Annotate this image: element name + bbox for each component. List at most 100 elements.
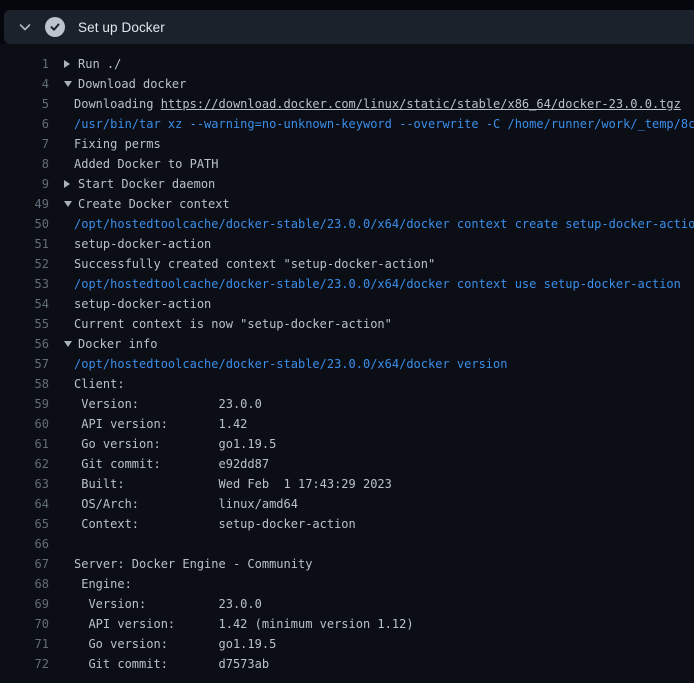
line-number[interactable]: 60 xyxy=(0,414,49,434)
log-line-content: OS/Arch: linux/amd64 xyxy=(64,494,694,514)
log-text: Version: 23.0.0 xyxy=(74,394,262,414)
log-text: Git commit: d7573ab xyxy=(74,654,269,674)
line-number[interactable]: 8 xyxy=(0,154,49,174)
triangle-shape xyxy=(64,341,72,347)
line-number[interactable]: 62 xyxy=(0,454,49,474)
line-number[interactable]: 57 xyxy=(0,354,49,374)
step-title: Set up Docker xyxy=(78,20,165,35)
log-line-content: /usr/bin/tar xz --warning=no-unknown-key… xyxy=(64,114,694,134)
chevron-down-icon[interactable] xyxy=(18,20,32,34)
check-circle-icon xyxy=(45,17,65,37)
log-text: Context: setup-docker-action xyxy=(74,514,356,534)
log-line-content: Added Docker to PATH xyxy=(64,154,694,174)
line-number[interactable]: 49 xyxy=(0,194,49,214)
group-title: Run ./ xyxy=(78,54,121,74)
triangle-down-icon[interactable] xyxy=(64,201,78,207)
line-number[interactable]: 9 xyxy=(0,174,49,194)
log-text: setup-docker-action xyxy=(74,234,211,254)
line-number[interactable]: 68 xyxy=(0,574,49,594)
log-line: 57/opt/hostedtoolcache/docker-stable/23.… xyxy=(0,354,694,374)
line-number[interactable]: 52 xyxy=(0,254,49,274)
log-line-content: setup-docker-action xyxy=(64,234,694,254)
step-header[interactable]: Set up Docker xyxy=(4,10,694,44)
line-number[interactable]: 56 xyxy=(0,334,49,354)
triangle-down-icon[interactable] xyxy=(64,81,78,87)
log-line: 61 Go version: go1.19.5 xyxy=(0,434,694,454)
line-number[interactable]: 72 xyxy=(0,654,49,674)
line-number[interactable]: 6 xyxy=(0,114,49,134)
log-line: 67 Server: Docker Engine - Community xyxy=(0,554,694,574)
log-line-content: Git commit: d7573ab xyxy=(64,654,694,674)
log-line-content: setup-docker-action xyxy=(64,294,694,314)
log-line-content: Server: Docker Engine - Community xyxy=(64,554,694,574)
log-line-content: Git commit: e92dd87 xyxy=(64,454,694,474)
log-line-content: Engine: xyxy=(64,574,694,594)
triangle-shape xyxy=(64,201,72,207)
log-group-row[interactable]: 4 Download docker xyxy=(0,74,694,94)
log-line: 5Downloading https://download.docker.com… xyxy=(0,94,694,114)
log-text: API version: 1.42 (minimum version 1.12) xyxy=(74,614,414,634)
line-number[interactable]: 69 xyxy=(0,594,49,614)
log-line: 59 Version: 23.0.0 xyxy=(0,394,694,414)
line-number[interactable]: 65 xyxy=(0,514,49,534)
line-number[interactable]: 4 xyxy=(0,74,49,94)
line-number[interactable]: 70 xyxy=(0,614,49,634)
log-text: Version: 23.0.0 xyxy=(74,594,262,614)
log-line: 69 Version: 23.0.0 xyxy=(0,594,694,614)
line-number[interactable]: 58 xyxy=(0,374,49,394)
line-number[interactable]: 63 xyxy=(0,474,49,494)
log-text: Git commit: e92dd87 xyxy=(74,454,269,474)
line-number[interactable]: 59 xyxy=(0,394,49,414)
log-text: OS/Arch: linux/amd64 xyxy=(74,494,298,514)
triangle-down-icon[interactable] xyxy=(64,341,78,347)
log-group-row[interactable]: 1 Run ./ xyxy=(0,54,694,74)
triangle-right-icon[interactable] xyxy=(64,180,78,188)
log-line-content[interactable]: Run ./ xyxy=(64,54,694,74)
log-text: Server: Docker Engine - Community xyxy=(74,554,312,574)
log-link[interactable]: https://download.docker.com/linux/static… xyxy=(161,94,681,114)
group-title: Docker info xyxy=(78,334,157,354)
line-number[interactable]: 64 xyxy=(0,494,49,514)
log-line-content: Fixing perms xyxy=(64,134,694,154)
log-line-content: /opt/hostedtoolcache/docker-stable/23.0.… xyxy=(64,214,694,234)
line-number[interactable]: 1 xyxy=(0,54,49,74)
line-number[interactable]: 55 xyxy=(0,314,49,334)
log-group-row[interactable]: 9 Start Docker daemon xyxy=(0,174,694,194)
line-number[interactable]: 51 xyxy=(0,234,49,254)
triangle-right-icon[interactable] xyxy=(64,60,78,68)
triangle-shape xyxy=(64,60,70,68)
log-line: 71 Go version: go1.19.5 xyxy=(0,634,694,654)
log-line-content[interactable]: Create Docker context xyxy=(64,194,694,214)
line-number[interactable]: 61 xyxy=(0,434,49,454)
triangle-shape xyxy=(64,81,72,87)
log-line: 50/opt/hostedtoolcache/docker-stable/23.… xyxy=(0,214,694,234)
log-line: 60 API version: 1.42 xyxy=(0,414,694,434)
log-line-content[interactable]: Download docker xyxy=(64,74,694,94)
log-line-content: Go version: go1.19.5 xyxy=(64,634,694,654)
log-line-content: Version: 23.0.0 xyxy=(64,394,694,414)
group-title: Download docker xyxy=(78,74,186,94)
line-number[interactable]: 71 xyxy=(0,634,49,654)
log-text: API version: 1.42 xyxy=(74,414,247,434)
log-text: Fixing perms xyxy=(74,134,161,154)
log-line-content[interactable]: Docker info xyxy=(64,334,694,354)
log-line-content[interactable]: Start Docker daemon xyxy=(64,174,694,194)
line-number[interactable]: 66 xyxy=(0,534,49,554)
log-line: 63 Built: Wed Feb 1 17:43:29 2023 xyxy=(0,474,694,494)
line-number[interactable]: 7 xyxy=(0,134,49,154)
line-number[interactable]: 5 xyxy=(0,94,49,114)
line-number[interactable]: 54 xyxy=(0,294,49,314)
line-number[interactable]: 67 xyxy=(0,554,49,574)
line-number[interactable]: 50 xyxy=(0,214,49,234)
log-group-row[interactable]: 56 Docker info xyxy=(0,334,694,354)
log-text: Go version: go1.19.5 xyxy=(74,634,276,654)
log-text: Current context is now "setup-docker-act… xyxy=(74,314,392,334)
log-line: 8 Added Docker to PATH xyxy=(0,154,694,174)
log-text: Added Docker to PATH xyxy=(74,154,219,174)
log-line: 70 API version: 1.42 (minimum version 1.… xyxy=(0,614,694,634)
log-group-row[interactable]: 49 Create Docker context xyxy=(0,194,694,214)
log-line: 52Successfully created context "setup-do… xyxy=(0,254,694,274)
log-line: 58Client: xyxy=(0,374,694,394)
line-number[interactable]: 53 xyxy=(0,274,49,294)
log-line: 51 setup-docker-action xyxy=(0,234,694,254)
